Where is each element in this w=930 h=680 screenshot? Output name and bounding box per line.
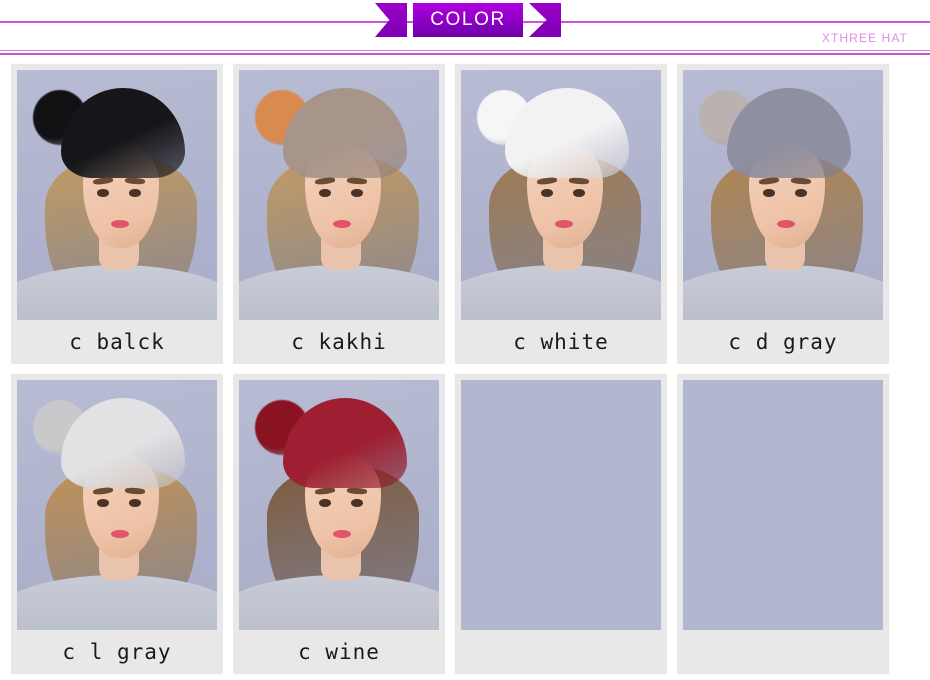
- section-header: COLOR XTHREE HAT: [0, 0, 930, 56]
- model-sweater: [461, 265, 661, 320]
- variant-photo[interactable]: [239, 380, 439, 630]
- color-variant-card[interactable]: c white: [455, 64, 667, 364]
- header-rule-bottom-thick: [0, 53, 930, 55]
- model-figure: [239, 70, 439, 320]
- model-figure: [17, 70, 217, 320]
- variant-label: c l gray: [62, 640, 172, 664]
- color-variant-card[interactable]: c l gray: [11, 374, 223, 674]
- variant-photo[interactable]: [461, 70, 661, 320]
- ribbon-body: COLOR: [413, 3, 523, 37]
- variant-photo[interactable]: [17, 70, 217, 320]
- empty-photo-fill: [683, 380, 883, 630]
- variant-label: c wine: [298, 640, 380, 664]
- model-figure: [17, 380, 217, 630]
- model-sweater: [683, 265, 883, 320]
- variant-label: c d gray: [728, 330, 838, 354]
- variant-label: [683, 630, 883, 674]
- variant-photo[interactable]: [17, 380, 217, 630]
- ribbon-tail-right-icon: [529, 3, 561, 37]
- model-lips: [333, 530, 351, 538]
- model-sweater: [239, 575, 439, 630]
- variant-label: c balck: [69, 330, 165, 354]
- model-lips: [333, 220, 351, 228]
- color-variant-card[interactable]: [455, 374, 667, 674]
- color-variant-card[interactable]: c d gray: [677, 64, 889, 364]
- variant-label: [461, 630, 661, 674]
- brand-label: XTHREE HAT: [821, 31, 908, 45]
- model-sweater: [239, 265, 439, 320]
- model-lips: [111, 530, 129, 538]
- header-rule-bottom-thin: [0, 50, 930, 51]
- model-figure: [461, 70, 661, 320]
- variant-photo[interactable]: [683, 70, 883, 320]
- variant-photo-placeholder[interactable]: [683, 380, 883, 630]
- model-lips: [555, 220, 573, 228]
- variant-label: c kakhi: [291, 330, 387, 354]
- section-title-ribbon: COLOR: [375, 3, 561, 37]
- color-variant-grid: c balck c kakhi c white c d gray c l gray c w…: [0, 56, 930, 680]
- ribbon-tail-left-icon: [375, 3, 407, 37]
- model-sweater: [17, 575, 217, 630]
- model-figure: [683, 70, 883, 320]
- variant-photo-placeholder[interactable]: [461, 380, 661, 630]
- section-title-label: COLOR: [430, 9, 506, 30]
- model-lips: [777, 220, 795, 228]
- variant-photo[interactable]: [239, 70, 439, 320]
- color-swatch-gallery-page: COLOR XTHREE HAT c balck c kakhi c white c …: [0, 0, 930, 680]
- color-variant-card[interactable]: c kakhi: [233, 64, 445, 364]
- color-variant-card[interactable]: c wine: [233, 374, 445, 674]
- model-sweater: [17, 265, 217, 320]
- color-variant-card[interactable]: [677, 374, 889, 674]
- variant-label: c white: [513, 330, 609, 354]
- empty-photo-fill: [461, 380, 661, 630]
- model-lips: [111, 220, 129, 228]
- color-variant-card[interactable]: c balck: [11, 64, 223, 364]
- model-figure: [239, 380, 439, 630]
